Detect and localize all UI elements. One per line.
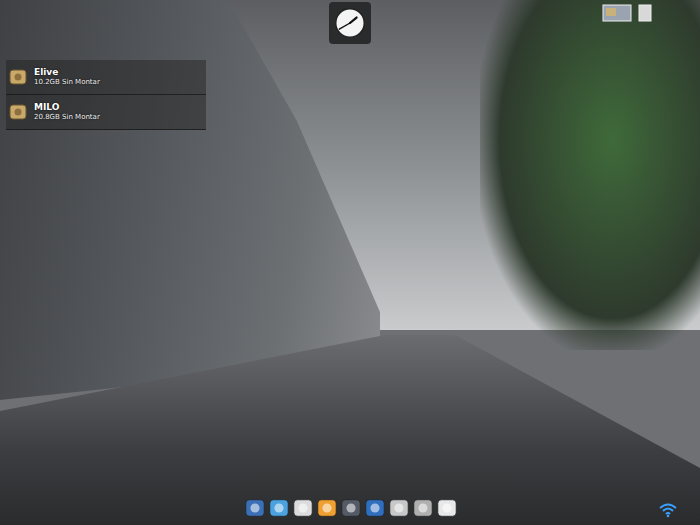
device-list: Elive10.2GB Sin Montar MILO20.8GB Sin Mon… [6, 60, 206, 130]
drive-icon [8, 102, 28, 122]
app-icon[interactable] [388, 497, 410, 519]
clock-icon [331, 4, 369, 42]
app-icon[interactable] [436, 497, 458, 519]
device-text: Elive10.2GB Sin Montar [34, 67, 100, 86]
wifi-icon[interactable] [658, 502, 678, 518]
device-status: 20.8GB Sin Montar [34, 113, 100, 121]
desktop: Elive10.2GB Sin Montar MILO20.8GB Sin Mon… [0, 0, 700, 525]
app-icon[interactable] [244, 497, 266, 519]
app-icon[interactable] [316, 497, 338, 519]
app-icon[interactable] [340, 497, 362, 519]
device-item[interactable]: MILO20.8GB Sin Montar [6, 95, 206, 130]
device-text: MILO20.8GB Sin Montar [34, 102, 100, 121]
window-preview-icon[interactable] [638, 4, 652, 22]
app-icon[interactable] [412, 497, 434, 519]
app-icon[interactable] [364, 497, 386, 519]
top-tray [602, 4, 652, 22]
dock [240, 495, 462, 521]
wallpaper-trees [480, 0, 700, 350]
device-item[interactable]: Elive10.2GB Sin Montar [6, 60, 206, 95]
drive-icon [8, 67, 28, 87]
device-name: Elive [34, 67, 100, 78]
app-icon[interactable] [292, 497, 314, 519]
device-status: 10.2GB Sin Montar [34, 78, 100, 86]
clock-widget[interactable] [329, 2, 371, 44]
window-preview-icon[interactable] [602, 4, 632, 22]
app-icon[interactable] [268, 497, 290, 519]
device-name: MILO [34, 102, 100, 113]
